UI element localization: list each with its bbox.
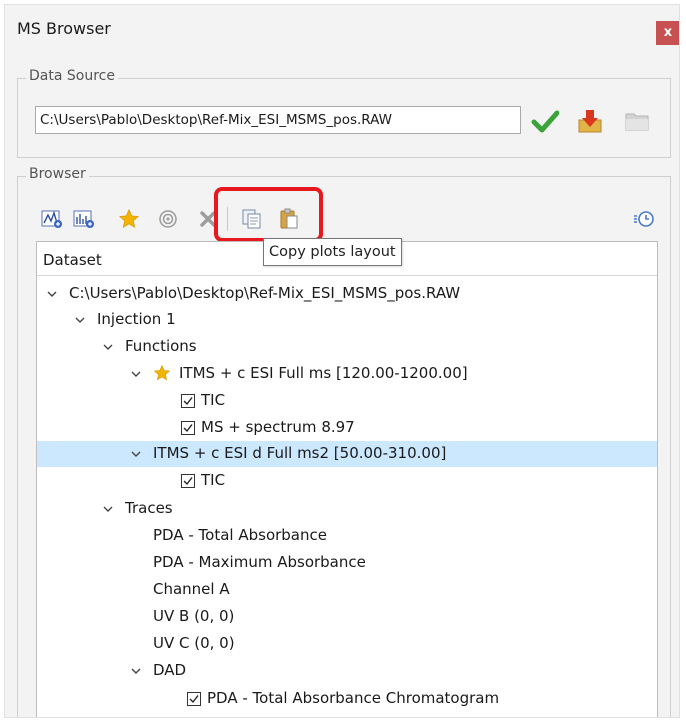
tree-label-functions: Functions bbox=[125, 337, 197, 355]
tree-row-trace-1[interactable]: PDA - Total Absorbance bbox=[37, 523, 657, 549]
tree-label-trace-5: UV C (0, 0) bbox=[153, 634, 235, 652]
tree-label-func1-spectrum: MS + spectrum 8.97 bbox=[201, 418, 355, 436]
tree-label-dad-item: PDA - Total Absorbance Chromatogram bbox=[207, 689, 500, 707]
chevron-down-icon[interactable] bbox=[101, 501, 115, 515]
checkbox-checked-icon[interactable] bbox=[187, 691, 201, 706]
chevron-down-icon[interactable] bbox=[129, 446, 143, 460]
checkbox-checked-icon[interactable] bbox=[181, 473, 195, 488]
tree-label-function-1: ITMS + c ESI Full ms [120.00-1200.00] bbox=[179, 364, 468, 382]
title-bar: MS Browser x bbox=[5, 5, 679, 53]
tree-label-function-2: ITMS + c ESI d Full ms2 [50.00-310.00] bbox=[153, 444, 447, 462]
tree-row-traces[interactable]: Traces bbox=[37, 496, 657, 522]
copy-plots-layout-tooltip: Copy plots layout bbox=[263, 238, 402, 266]
dataset-column-label: Dataset bbox=[43, 251, 102, 269]
tree-row-trace-3[interactable]: Channel A bbox=[37, 577, 657, 603]
chevron-down-icon[interactable] bbox=[101, 339, 115, 353]
tree-label-trace-3: Channel A bbox=[153, 580, 230, 598]
tree-row-dad[interactable]: DAD bbox=[37, 658, 657, 684]
dataset-tree[interactable]: Dataset C:\Users\Pablo\Desktop\Ref-Mix_E… bbox=[36, 241, 658, 717]
open-folder-icon[interactable] bbox=[623, 107, 651, 135]
tree-row-trace-2[interactable]: PDA - Maximum Absorbance bbox=[37, 550, 657, 576]
tree-label-trace-4: UV B (0, 0) bbox=[153, 607, 235, 625]
favorite-star-icon[interactable] bbox=[117, 207, 141, 231]
import-download-icon[interactable] bbox=[576, 107, 604, 135]
data-source-path-input[interactable] bbox=[35, 106, 521, 134]
tree-label-traces: Traces bbox=[125, 499, 173, 517]
data-source-label: Data Source bbox=[26, 68, 118, 84]
red-highlight-annotation bbox=[214, 187, 323, 242]
tree-label-dad: DAD bbox=[153, 661, 187, 679]
close-button[interactable]: x bbox=[656, 21, 679, 45]
tree-row-func1-spectrum[interactable]: MS + spectrum 8.97 bbox=[37, 415, 657, 441]
favorite-star-icon bbox=[153, 364, 171, 382]
chevron-down-icon[interactable] bbox=[129, 663, 143, 677]
tree-row-functions[interactable]: Functions bbox=[37, 334, 657, 360]
tree-label-root: C:\Users\Pablo\Desktop\Ref-Mix_ESI_MSMS_… bbox=[69, 284, 461, 302]
tree-label-trace-1: PDA - Total Absorbance bbox=[153, 526, 327, 544]
tree-label-injection: Injection 1 bbox=[97, 310, 176, 328]
confirm-check-icon[interactable] bbox=[531, 107, 560, 135]
tree-label-func2-tic: TIC bbox=[201, 471, 226, 489]
chevron-down-icon[interactable] bbox=[45, 286, 59, 300]
tree-label-trace-2: PDA - Maximum Absorbance bbox=[153, 553, 366, 571]
data-source-group: Data Source bbox=[17, 68, 671, 158]
tree-label-func1-tic: TIC bbox=[201, 391, 226, 409]
checkbox-checked-icon[interactable] bbox=[181, 393, 195, 408]
add-spectrum-icon[interactable] bbox=[72, 207, 96, 231]
tree-row-func1-tic[interactable]: TIC bbox=[37, 388, 657, 414]
tree-row-function-1[interactable]: ITMS + c ESI Full ms [120.00-1200.00] bbox=[37, 361, 657, 387]
history-clock-icon[interactable] bbox=[632, 207, 656, 231]
tree-row-dad-item[interactable]: PDA - Total Absorbance Chromatogram bbox=[37, 686, 657, 712]
checkbox-checked-icon[interactable] bbox=[181, 420, 195, 435]
tree-row-function-2[interactable]: ITMS + c ESI d Full ms2 [50.00-310.00] bbox=[37, 441, 657, 467]
tree-row-trace-4[interactable]: UV B (0, 0) bbox=[37, 604, 657, 630]
chevron-down-icon[interactable] bbox=[73, 312, 87, 326]
window-title: MS Browser bbox=[17, 19, 111, 38]
tree-row-injection[interactable]: Injection 1 bbox=[37, 307, 657, 333]
ms-browser-window: MS Browser x Data Source Browser bbox=[4, 4, 680, 718]
tree-row-trace-5[interactable]: UV C (0, 0) bbox=[37, 631, 657, 657]
tree-row-func2-tic[interactable]: TIC bbox=[37, 468, 657, 494]
chevron-down-icon[interactable] bbox=[129, 366, 143, 380]
add-chromatogram-icon[interactable] bbox=[40, 207, 64, 231]
tree-row-root[interactable]: C:\Users\Pablo\Desktop\Ref-Mix_ESI_MSMS_… bbox=[37, 281, 657, 307]
target-icon[interactable] bbox=[156, 207, 180, 231]
browser-label: Browser bbox=[26, 166, 89, 182]
